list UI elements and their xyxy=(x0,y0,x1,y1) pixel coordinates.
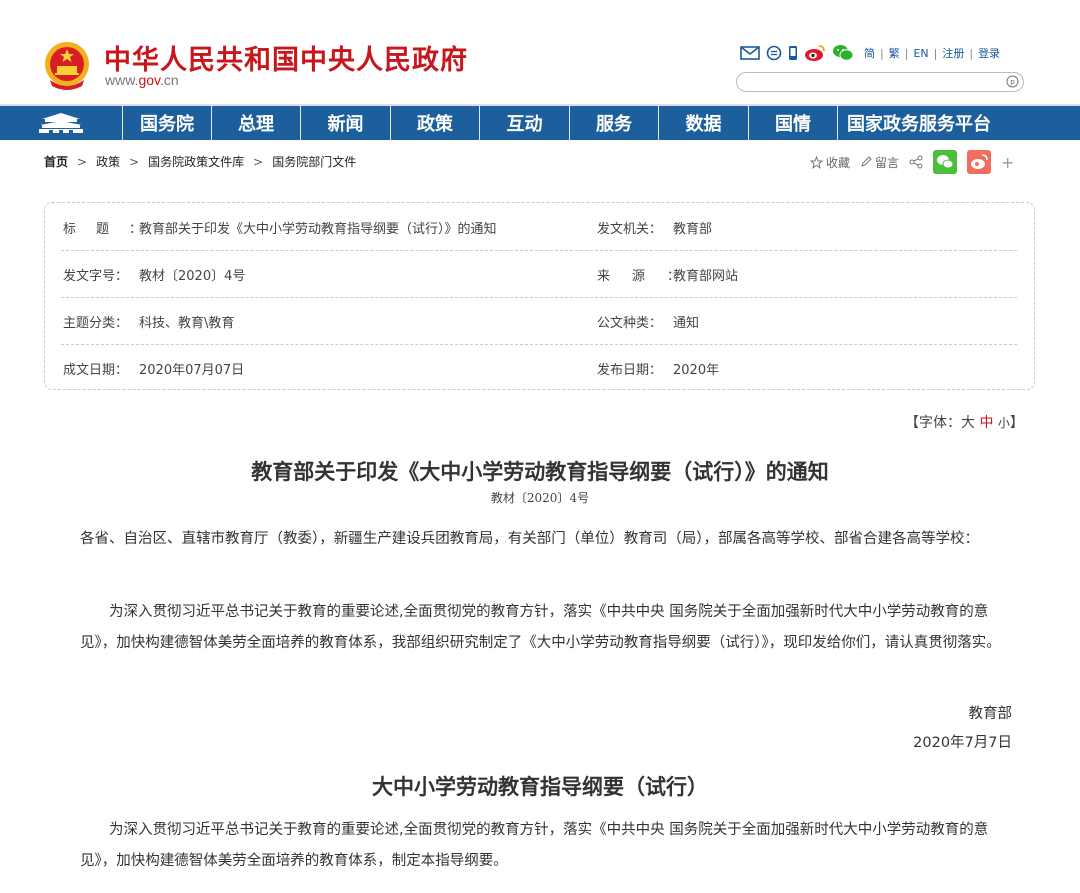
info-row: 主题分类： 科技、教育\教育 公文种类： 通知 xyxy=(61,297,1017,345)
breadcrumb-policy-library[interactable]: 国务院政策文件库 xyxy=(148,153,244,170)
traditional-link[interactable]: 繁 xyxy=(889,45,900,61)
comment-label: 留言 xyxy=(875,155,900,170)
main-nav: 国务院 总理 新闻 政策 互动 服务 数据 国情 国家政务服务平台 xyxy=(0,104,1080,140)
weibo-icon xyxy=(967,150,992,174)
body-paragraph: 为深入贯彻习近平总书记关于教育的重要论述,全面贯彻党的教育方针，落实《中共中央 … xyxy=(80,604,1001,651)
nav-policy[interactable]: 政策 xyxy=(390,106,479,140)
document-info-box: 标题：教育部关于印发《大中小学劳动教育指导纲要（试行）》的通知 发文机关： 教育部… xyxy=(44,202,1035,390)
weibo-icon[interactable] xyxy=(804,44,826,62)
signer: 教育部 xyxy=(968,706,1013,722)
issuer-value: 教育部 xyxy=(673,222,713,237)
document-title: 教育部关于印发《大中小学劳动教育指导纲要（试行）》的通知 xyxy=(251,459,829,484)
nav-interaction[interactable]: 互动 xyxy=(479,106,569,140)
docno-label: 发文字号： xyxy=(63,269,129,284)
share-icon xyxy=(909,155,923,169)
url-prefix: www. xyxy=(105,72,139,88)
url-domain: gov xyxy=(138,72,160,88)
font-size-open: 【字体： xyxy=(905,415,961,431)
nav-premier[interactable]: 总理 xyxy=(211,106,300,140)
login-link[interactable]: 登录 xyxy=(978,45,1000,61)
mail-icon[interactable] xyxy=(740,44,760,62)
document-number: 教材〔2020〕4号 xyxy=(490,491,590,505)
title-value: 教育部关于印发《大中小学劳动教育指导纲要（试行）》的通知 xyxy=(139,222,497,237)
font-size-close: 】 xyxy=(1009,415,1024,431)
favorite-label: 收藏 xyxy=(826,155,851,170)
breadcrumb-home[interactable]: 首页 xyxy=(44,153,68,170)
national-emblem-icon[interactable] xyxy=(42,40,92,92)
info-row: 成文日期： 2020年07月07日 发布日期： 2020年 xyxy=(61,344,1017,391)
separator: | xyxy=(880,46,884,60)
document-subtitle: 大中小学劳动教育指导纲要（试行） xyxy=(372,774,708,799)
issuer-label: 发文机关： xyxy=(597,222,663,237)
type-value: 通知 xyxy=(673,316,700,331)
register-link[interactable]: 注册 xyxy=(942,45,964,61)
site-header: 中华人民共和国中央人民政府 www.gov.cn 简 | 繁 | EN | 注册… xyxy=(0,0,1080,104)
star-icon xyxy=(810,155,823,169)
favorite-button[interactable]: 收藏 xyxy=(810,154,850,171)
info-row: 标题：教育部关于印发《大中小学劳动教育指导纲要（试行）》的通知 发文机关： 教育部 xyxy=(61,203,1017,251)
mobile-icon[interactable] xyxy=(788,44,798,62)
wechat-share-button[interactable] xyxy=(933,150,958,174)
docno-value: 教材〔2020〕4号 xyxy=(139,269,246,284)
font-size-small[interactable]: 小 xyxy=(998,416,1010,430)
body-paragraph: 为深入贯彻习近平总书记关于教育的重要论述,全面贯彻党的教育方针，落实《中共中央 … xyxy=(80,822,989,869)
topic-label: 主题分类： xyxy=(63,316,129,331)
share-button[interactable] xyxy=(909,155,923,169)
comment-button[interactable]: 留言 xyxy=(860,154,899,171)
pubdate-label: 发布日期： xyxy=(597,363,663,378)
nav-home[interactable] xyxy=(0,106,122,140)
date-label: 成文日期： xyxy=(63,363,129,378)
breadcrumb-separator: > xyxy=(129,154,140,169)
nav-national-info[interactable]: 国情 xyxy=(748,106,837,140)
source-label: 来源： xyxy=(597,269,703,284)
type-label: 公文种类： xyxy=(597,316,663,331)
breadcrumb-separator: > xyxy=(77,154,88,169)
salutation: 各省、自治区、直辖市教育厅（教委），新疆生产建设兵团教育局，有关部门（单位）教育… xyxy=(80,531,979,547)
wechat-icon xyxy=(933,150,958,174)
sign-date: 2020年7月7日 xyxy=(913,735,1012,751)
breadcrumb-separator: > xyxy=(253,154,264,169)
font-size-medium[interactable]: 中 xyxy=(979,415,993,431)
nav-data[interactable]: 数据 xyxy=(658,106,748,140)
source-value: 教育部网站 xyxy=(673,269,739,284)
search-input[interactable]: p xyxy=(736,72,1024,92)
font-size-large[interactable]: 大 xyxy=(961,415,975,431)
weibo-share-button[interactable] xyxy=(967,150,992,174)
separator: | xyxy=(904,46,909,60)
more-button[interactable]: + xyxy=(1001,153,1014,172)
separator: | xyxy=(969,46,974,60)
wechat-icon[interactable] xyxy=(832,44,854,62)
topic-value: 科技、教育\教育 xyxy=(139,316,235,331)
breadcrumb-department-docs[interactable]: 国务院部门文件 xyxy=(272,153,356,170)
breadcrumb: 首页 > 政策 > 国务院政策文件库 > 国务院部门文件 xyxy=(44,153,356,170)
pen-icon xyxy=(861,156,872,167)
nav-services[interactable]: 服务 xyxy=(569,106,658,140)
tiananmen-icon xyxy=(39,113,83,133)
svg-text:p: p xyxy=(1010,78,1015,86)
date-value: 2020年07月07日 xyxy=(139,363,245,378)
simplified-link[interactable]: 简 xyxy=(864,45,875,61)
nav-state-council[interactable]: 国务院 xyxy=(122,106,211,140)
nav-news[interactable]: 新闻 xyxy=(300,106,390,140)
search-icon[interactable]: p xyxy=(1006,75,1019,88)
pubdate-value: 2020年 xyxy=(673,363,720,378)
nav-gov-service-platform[interactable]: 国家政务服务平台 xyxy=(837,106,1000,140)
site-url[interactable]: www.gov.cn xyxy=(105,72,179,88)
separator: | xyxy=(933,46,938,60)
english-link[interactable]: EN xyxy=(913,47,928,60)
top-links: 简 | 繁 | EN | 注册 | 登录 xyxy=(864,45,1000,61)
article-tools: 收藏 留言 + xyxy=(810,150,1024,174)
font-size-control: 【字体：大 中 小】 xyxy=(905,412,1024,432)
title-label: 标题： xyxy=(63,222,163,237)
header-toolbar: 简 | 繁 | EN | 注册 | 登录 xyxy=(740,44,1000,62)
url-suffix: .cn xyxy=(160,72,179,88)
breadcrumb-policy[interactable]: 政策 xyxy=(96,153,120,170)
chat-icon[interactable] xyxy=(766,44,782,62)
info-row: 发文字号： 教材〔2020〕4号 来源：教育部网站 xyxy=(61,250,1017,298)
